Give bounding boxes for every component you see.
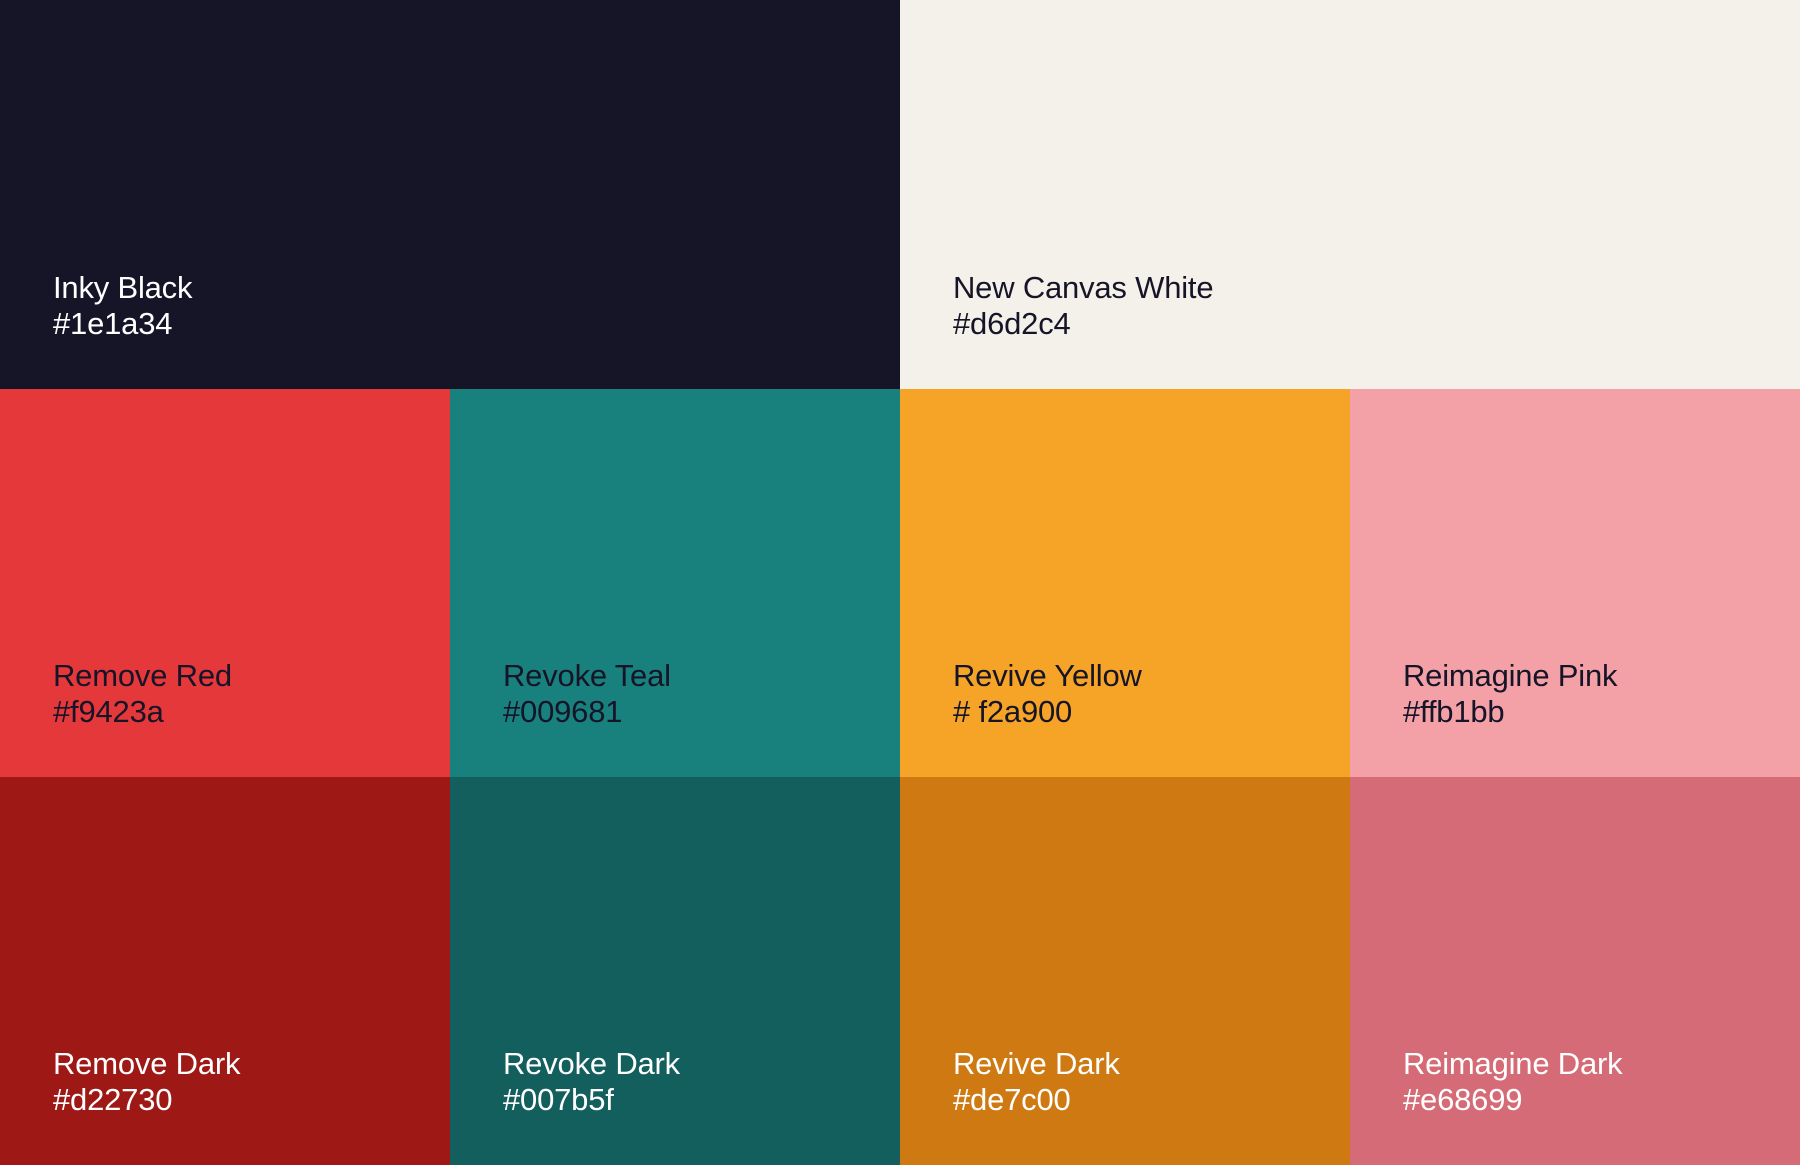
swatch-label: Remove Dark #d22730 bbox=[53, 1046, 240, 1118]
swatch-hex: #f9423a bbox=[53, 694, 164, 729]
swatch-label: Revive Dark #de7c00 bbox=[953, 1046, 1120, 1118]
swatch-label: New Canvas White #d6d2c4 bbox=[953, 270, 1214, 342]
swatch-name: Revoke Dark bbox=[503, 1046, 680, 1081]
swatch-name: Remove Dark bbox=[53, 1046, 241, 1081]
swatch-label: Reimagine Dark #e68699 bbox=[1403, 1046, 1623, 1118]
swatch-reimagine-dark: Reimagine Dark #e68699 bbox=[1350, 777, 1800, 1165]
swatch-inky-black: Inky Black #1e1a34 bbox=[0, 0, 900, 389]
swatch-hex: #009681 bbox=[503, 694, 623, 729]
swatch-remove-red: Remove Red #f9423a bbox=[0, 389, 450, 777]
swatch-hex: #de7c00 bbox=[953, 1082, 1071, 1117]
swatch-revoke-teal: Revoke Teal #009681 bbox=[450, 389, 900, 777]
swatch-name: New Canvas White bbox=[953, 270, 1214, 305]
swatch-name: Revoke Teal bbox=[503, 658, 671, 693]
swatch-hex: #e68699 bbox=[1403, 1082, 1523, 1117]
swatch-name: Reimagine Dark bbox=[1403, 1046, 1623, 1081]
color-palette: Inky Black #1e1a34 New Canvas White #d6d… bbox=[0, 0, 1800, 1165]
swatch-reimagine-pink: Reimagine Pink #ffb1bb bbox=[1350, 389, 1800, 777]
swatch-name: Remove Red bbox=[53, 658, 232, 693]
swatch-hex: #d6d2c4 bbox=[953, 306, 1071, 341]
swatch-name: Inky Black bbox=[53, 270, 193, 305]
swatch-hex: #d22730 bbox=[53, 1082, 173, 1117]
swatch-revive-dark: Revive Dark #de7c00 bbox=[900, 777, 1350, 1165]
swatch-label: Inky Black #1e1a34 bbox=[53, 270, 192, 342]
swatch-hex: #ffb1bb bbox=[1403, 694, 1505, 729]
swatch-name: Reimagine Pink bbox=[1403, 658, 1618, 693]
swatch-hex: # f2a900 bbox=[953, 694, 1073, 729]
swatch-hex: #007b5f bbox=[503, 1082, 614, 1117]
swatch-revive-yellow: Revive Yellow # f2a900 bbox=[900, 389, 1350, 777]
swatch-revoke-dark: Revoke Dark #007b5f bbox=[450, 777, 900, 1165]
swatch-hex: #1e1a34 bbox=[53, 306, 173, 341]
swatch-name: Revive Yellow bbox=[953, 658, 1142, 693]
swatch-new-canvas-white: New Canvas White #d6d2c4 bbox=[900, 0, 1800, 389]
swatch-label: Reimagine Pink #ffb1bb bbox=[1403, 658, 1618, 730]
swatch-label: Revive Yellow # f2a900 bbox=[953, 658, 1142, 730]
swatch-name: Revive Dark bbox=[953, 1046, 1120, 1081]
swatch-remove-dark: Remove Dark #d22730 bbox=[0, 777, 450, 1165]
swatch-label: Revoke Dark #007b5f bbox=[503, 1046, 680, 1118]
swatch-label: Remove Red #f9423a bbox=[53, 658, 232, 730]
swatch-label: Revoke Teal #009681 bbox=[503, 658, 671, 730]
